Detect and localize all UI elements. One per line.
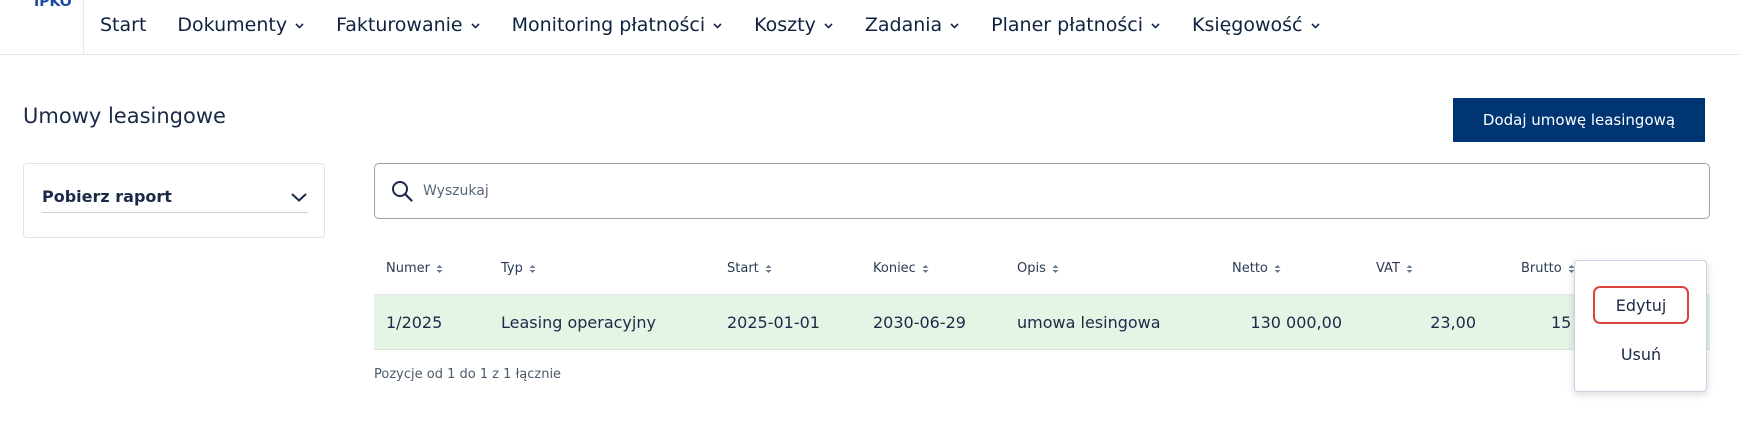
search-input[interactable] xyxy=(423,183,1623,199)
column-header-typ[interactable]: Typ xyxy=(501,261,536,276)
cell-start: 2025-01-01 xyxy=(727,313,820,332)
nav-item-label: Fakturowanie xyxy=(336,14,463,36)
download-report-dropdown[interactable]: Pobierz raport xyxy=(42,181,308,213)
nav-item-koszty[interactable]: Koszty xyxy=(754,14,834,36)
column-header-start[interactable]: Start xyxy=(727,261,772,276)
column-header-label: Opis xyxy=(1017,261,1046,276)
nav-item-label: Koszty xyxy=(754,14,816,36)
column-header-label: Brutto xyxy=(1521,261,1562,276)
pagination-summary: Pozycje od 1 do 1 z 1 łącznie xyxy=(374,367,562,382)
leasing-contracts-table: Numer Typ Start Koniec Opis Netto VAT Br… xyxy=(374,243,1710,350)
main-nav: Start Dokumenty Fakturowanie Monitoring … xyxy=(100,0,1352,50)
edit-menu-item[interactable]: Edytuj xyxy=(1593,286,1689,324)
cell-netto: 130 000,00 xyxy=(1250,313,1342,332)
column-header-brutto[interactable]: Brutto xyxy=(1521,261,1575,276)
chevron-down-icon xyxy=(290,191,308,203)
page-title: Umowy leasingowe xyxy=(23,104,226,128)
nav-item-label: Zadania xyxy=(864,14,943,36)
chevron-down-icon xyxy=(949,20,960,31)
nav-item-label: Monitoring płatności xyxy=(511,14,706,36)
nav-item-zadania[interactable]: Zadania xyxy=(865,14,960,36)
cell-opis: umowa lesingowa xyxy=(1017,313,1161,332)
report-panel: Pobierz raport xyxy=(23,163,325,238)
search-icon xyxy=(391,180,423,202)
column-header-label: Netto xyxy=(1232,261,1268,276)
sort-icon xyxy=(436,264,443,274)
table-row[interactable]: 1/2025 Leasing operacyjny 2025-01-01 203… xyxy=(374,295,1710,350)
nav-item-dokumenty[interactable]: Dokumenty xyxy=(177,14,305,36)
sort-icon xyxy=(529,264,536,274)
nav-item-label: Księgowość xyxy=(1191,14,1303,36)
row-actions-menu: Edytuj Usuń xyxy=(1574,260,1707,392)
column-header-label: Typ xyxy=(501,261,523,276)
nav-item-planer-platnosci[interactable]: Planer płatności xyxy=(991,14,1161,36)
app-logo[interactable]: IPKO xyxy=(22,0,84,54)
chevron-down-icon xyxy=(823,20,834,31)
sort-icon xyxy=(765,264,772,274)
column-header-numer[interactable]: Numer xyxy=(386,261,443,276)
sort-icon xyxy=(1052,264,1059,274)
sort-icon xyxy=(1406,264,1413,274)
nav-item-label: Planer płatności xyxy=(991,14,1143,36)
delete-menu-item[interactable]: Usuń xyxy=(1593,335,1689,373)
nav-item-label: Dokumenty xyxy=(177,14,288,36)
cell-koniec: 2030-06-29 xyxy=(873,313,966,332)
chevron-down-icon xyxy=(1150,20,1161,31)
column-header-label: Numer xyxy=(386,261,430,276)
column-header-vat[interactable]: VAT xyxy=(1376,261,1413,276)
nav-item-fakturowanie[interactable]: Fakturowanie xyxy=(336,14,481,36)
sort-icon xyxy=(922,264,929,274)
download-report-label: Pobierz raport xyxy=(42,187,172,206)
table-header: Numer Typ Start Koniec Opis Netto VAT Br… xyxy=(374,243,1710,295)
nav-item-label: Start xyxy=(100,14,147,36)
nav-item-monitoring-platnosci[interactable]: Monitoring płatności xyxy=(512,14,724,36)
chevron-down-icon xyxy=(470,20,481,31)
column-header-netto[interactable]: Netto xyxy=(1232,261,1281,276)
search-box xyxy=(374,163,1710,219)
chevron-down-icon xyxy=(1310,20,1321,31)
sort-icon xyxy=(1274,264,1281,274)
nav-item-start[interactable]: Start xyxy=(100,14,146,36)
top-navigation-bar: IPKO Start Dokumenty Fakturowanie Monito… xyxy=(0,0,1740,55)
column-header-label: Start xyxy=(727,261,759,276)
logo-text: IPKO xyxy=(34,0,72,10)
chevron-down-icon xyxy=(294,20,305,31)
cell-vat: 23,00 xyxy=(1430,313,1476,332)
cell-numer: 1/2025 xyxy=(386,313,443,332)
column-header-label: VAT xyxy=(1376,261,1400,276)
column-header-label: Koniec xyxy=(873,261,916,276)
column-header-koniec[interactable]: Koniec xyxy=(873,261,929,276)
nav-item-ksiegowosc[interactable]: Księgowość xyxy=(1192,14,1321,36)
cell-typ: Leasing operacyjny xyxy=(501,313,656,332)
add-leasing-contract-button[interactable]: Dodaj umowę leasingową xyxy=(1453,98,1705,142)
chevron-down-icon xyxy=(712,20,723,31)
column-header-opis[interactable]: Opis xyxy=(1017,261,1059,276)
cell-brutto: 15 xyxy=(1551,313,1572,332)
